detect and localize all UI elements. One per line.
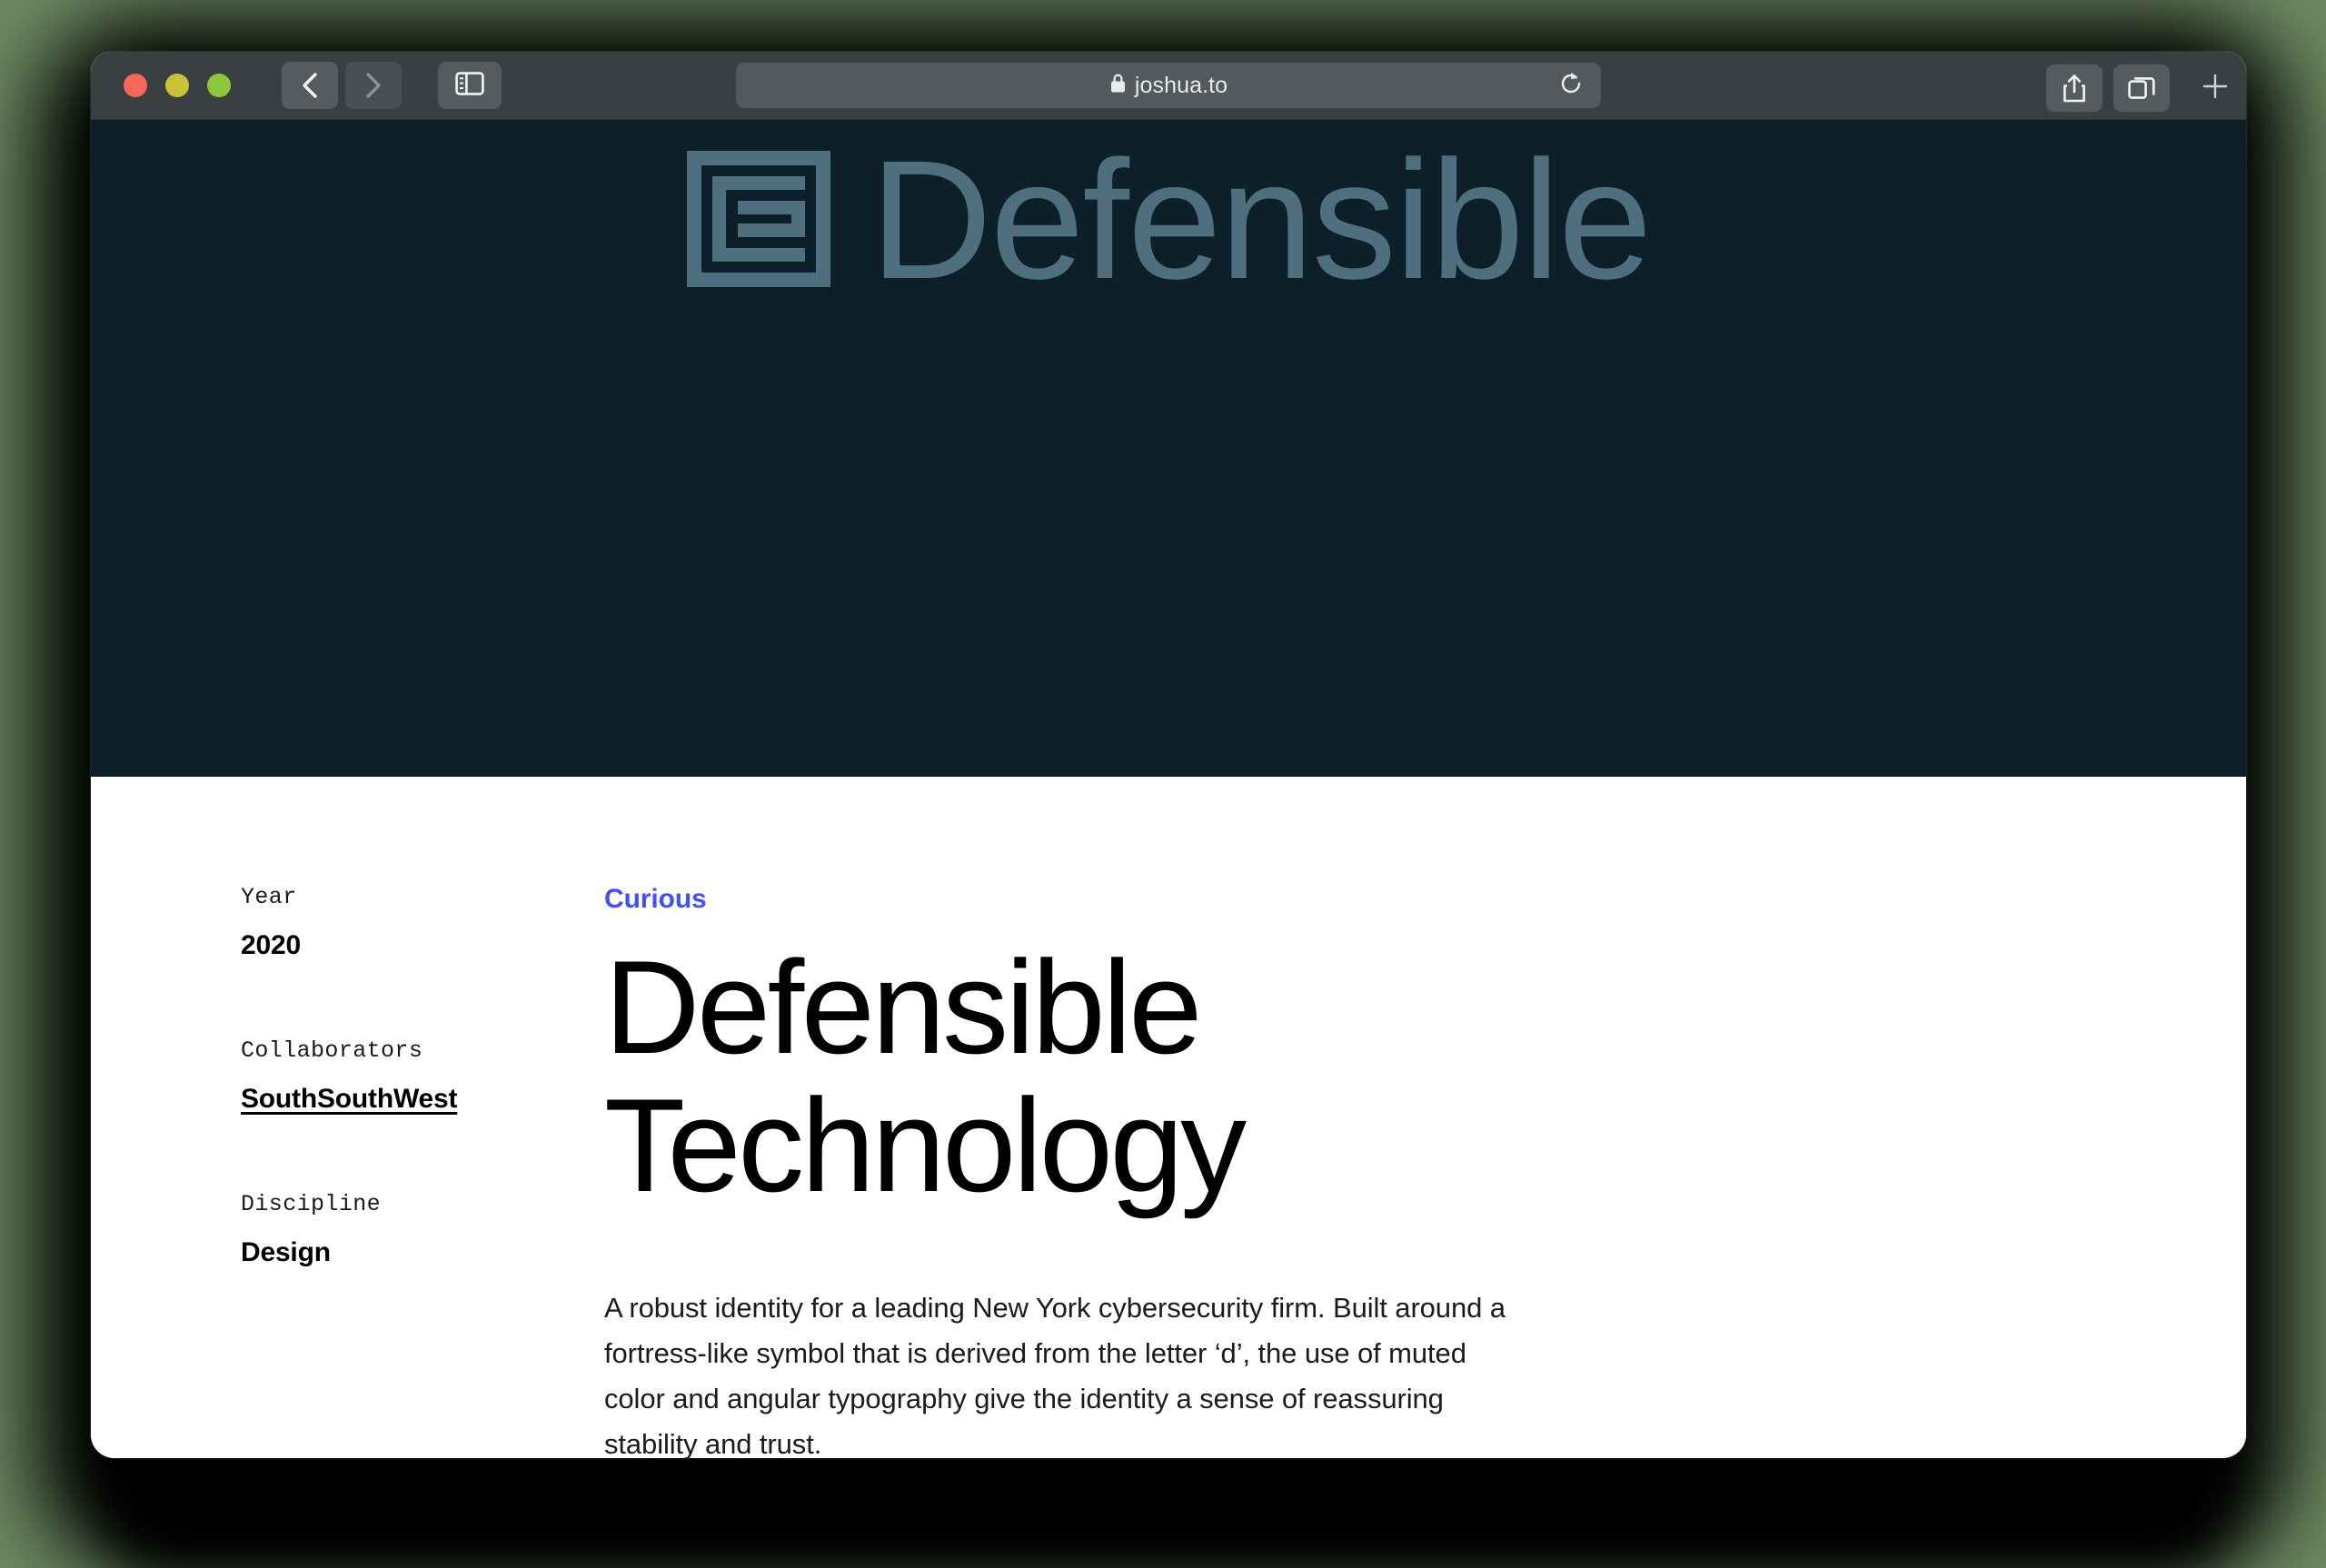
meta-label-discipline: Discipline bbox=[241, 1191, 382, 1217]
hero-banner: Defensible bbox=[91, 120, 2246, 777]
page-title: Defensible Technology bbox=[604, 933, 1247, 1219]
close-window-button[interactable] bbox=[124, 74, 147, 97]
category-eyebrow-curious[interactable]: Curious bbox=[604, 884, 707, 915]
forward-button[interactable] bbox=[345, 62, 402, 109]
share-icon bbox=[2063, 74, 2086, 103]
sidebar-button-wrapper bbox=[438, 62, 502, 109]
chevron-right-icon bbox=[363, 72, 383, 99]
defensible-logomark-icon bbox=[686, 150, 830, 292]
maximize-window-button[interactable] bbox=[207, 74, 231, 97]
browser-window: joshua.to Defensible Year 2020 Collabora… bbox=[91, 52, 2246, 1458]
traffic-lights bbox=[124, 74, 231, 97]
minimize-window-button[interactable] bbox=[165, 74, 189, 97]
plus-icon bbox=[2200, 71, 2231, 106]
reload-button[interactable] bbox=[1556, 70, 1586, 101]
brand-wordmark: Defensible bbox=[870, 126, 1653, 314]
meta-block-collaborators: Collaborators SouthSouthWest bbox=[241, 1037, 604, 1115]
address-bar-wrapper: joshua.to bbox=[736, 63, 1601, 108]
meta-block-year: Year 2020 bbox=[241, 884, 604, 961]
meta-label-collaborators: Collaborators bbox=[241, 1037, 423, 1064]
chevron-left-icon bbox=[300, 72, 320, 99]
address-bar[interactable]: joshua.to bbox=[736, 63, 1601, 108]
meta-block-discipline: Discipline Design bbox=[241, 1191, 604, 1268]
new-tab-button[interactable] bbox=[2190, 63, 2241, 114]
brand-lockup: Defensible bbox=[91, 136, 2246, 305]
meta-value-year: 2020 bbox=[241, 930, 301, 960]
share-button[interactable] bbox=[2046, 65, 2102, 112]
meta-label-year: Year bbox=[241, 884, 297, 910]
navigation-buttons bbox=[282, 62, 402, 109]
back-button[interactable] bbox=[282, 62, 338, 109]
page-content: Defensible Year 2020 Collaborators South… bbox=[91, 120, 2246, 1458]
browser-toolbar: joshua.to bbox=[91, 52, 2246, 120]
meta-value-discipline: Design bbox=[241, 1237, 331, 1267]
tab-overview-icon bbox=[2128, 74, 2155, 102]
project-article: Year 2020 Collaborators SouthSouthWest D… bbox=[91, 777, 2246, 1458]
reload-icon bbox=[1557, 70, 1585, 102]
project-meta-sidebar: Year 2020 Collaborators SouthSouthWest D… bbox=[91, 884, 604, 1458]
show-sidebar-button[interactable] bbox=[438, 62, 502, 109]
address-bar-url: joshua.to bbox=[1134, 72, 1228, 98]
tab-overview-button[interactable] bbox=[2113, 65, 2170, 112]
sidebar-icon bbox=[455, 71, 484, 100]
project-description: A robust identity for a leading New York… bbox=[604, 1291, 1506, 1458]
lock-icon bbox=[1109, 73, 1127, 98]
toolbar-right-buttons bbox=[2046, 63, 2228, 114]
project-main-column: Curious Defensible Technology A robust i… bbox=[604, 884, 2246, 1458]
collaborator-link-southsouthwest[interactable]: SouthSouthWest bbox=[241, 1084, 457, 1115]
